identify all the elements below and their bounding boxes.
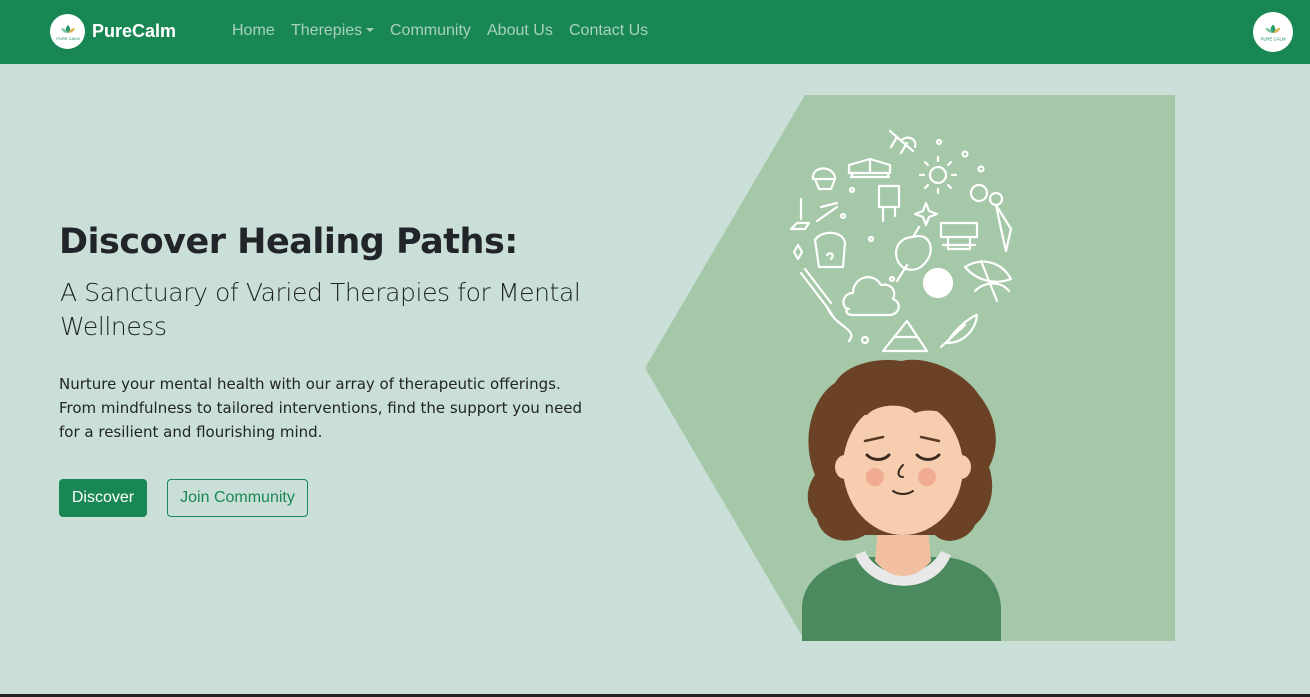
svg-text:PURE CALM: PURE CALM xyxy=(1260,37,1285,42)
hero-description: Nurture your mental health with our arra… xyxy=(59,375,583,441)
nav-community[interactable]: Community xyxy=(390,22,471,40)
nav-therapies-dropdown[interactable]: Therepies xyxy=(291,22,375,40)
user-avatar[interactable]: PURE CALM xyxy=(1253,12,1293,52)
nav-home[interactable]: Home xyxy=(232,22,275,40)
navbar: PURE CALM PureCalm Home Therepies Commun… xyxy=(0,0,1310,64)
face xyxy=(843,399,963,535)
hero-title: Discover Healing Paths: xyxy=(59,222,518,262)
hero-illustration xyxy=(645,95,1175,641)
ball-icon xyxy=(922,267,954,299)
nav-about-us[interactable]: About Us xyxy=(487,22,553,40)
nav-contact-us[interactable]: Contact Us xyxy=(569,22,648,40)
lotus-logo-icon: PURE CALM xyxy=(56,24,79,41)
nav-therapies-label: Therepies xyxy=(291,22,363,39)
woman-character xyxy=(802,359,1001,641)
brand-logo[interactable]: PURE CALM xyxy=(50,14,85,49)
discover-button[interactable]: Discover xyxy=(59,479,147,517)
join-community-button[interactable]: Join Community xyxy=(167,479,308,517)
brand-name[interactable]: PureCalm xyxy=(92,21,176,42)
hero-subtitle: A Sanctuary of Varied Therapies for Ment… xyxy=(60,278,581,341)
caret-down-icon xyxy=(366,28,375,32)
lotus-logo-icon: PURE CALM xyxy=(1260,24,1286,42)
svg-text:PURE CALM: PURE CALM xyxy=(56,36,79,41)
